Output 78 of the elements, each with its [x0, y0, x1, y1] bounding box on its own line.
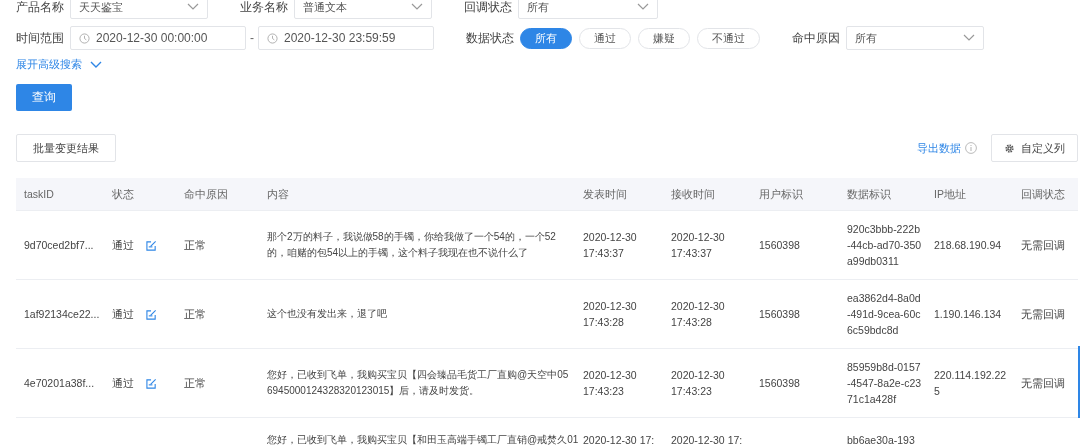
table-cell-text: 通过 — [112, 376, 134, 391]
chevron-down-icon — [637, 3, 649, 11]
table-cell: 那个2万的料子，我说做58的手镯，你给我做了一个54的，一个52的，咱赌的包54以上的手镯，这个料子我现在也不说什么了 — [267, 231, 556, 258]
table-cell: 2020-12-30 17:43:37 — [583, 231, 637, 259]
table-cell: 85959b8d-0157-4547-8a2e-c2371c1a428f — [847, 361, 922, 405]
field-label: 回调状态 — [464, 0, 513, 16]
custom-columns-button[interactable]: 自定义列 — [991, 134, 1078, 162]
table-cell: 您好，已收到飞单，我购买宝贝【和田玉高端手镯工厂直销@戒焚久01 — [267, 434, 579, 445]
column-header: 数据标识 — [846, 187, 892, 202]
advanced-search-link[interactable]: 展开高级搜索 — [16, 57, 102, 72]
edit-icon[interactable] — [146, 239, 157, 251]
table-cell-text: 通过 — [112, 238, 134, 253]
column-header: taskID — [23, 187, 55, 202]
status-filter-pill[interactable]: 所有 — [520, 27, 572, 49]
table-cell: 2020-12-30 17:43:23 — [583, 369, 637, 397]
batch-change-button[interactable]: 批量变更结果 — [16, 134, 116, 162]
column-header: 内容 — [266, 187, 290, 202]
table-cell: 2020-12-30 17:43:23 — [671, 369, 725, 397]
date-time-field[interactable]: 2020-12-30 23:59:59 — [258, 26, 434, 50]
column-header: 回调状态 — [1020, 187, 1066, 202]
column-header: 用户标识 — [758, 187, 804, 202]
clock-icon — [267, 32, 278, 44]
chevron-down-icon — [963, 34, 975, 42]
table-cell: 无需回调 — [1021, 239, 1065, 251]
field-label: 产品名称 — [16, 0, 65, 16]
field-label: 时间范围 — [16, 29, 65, 47]
table-cell: 2020-12-30 17: — [671, 434, 743, 446]
column-header: 发表时间 — [582, 187, 628, 202]
table-cell: 这个也没有发出来，退了吧 — [267, 308, 387, 319]
table-cell: 正常 — [184, 377, 206, 389]
status-filter-pill[interactable]: 不通过 — [697, 27, 760, 49]
export-data-link[interactable]: 导出数据 — [917, 140, 961, 156]
select-field[interactable]: 所有 — [518, 0, 658, 19]
scrollbar[interactable] — [1078, 346, 1080, 418]
table-cell: 220.114.192.225 — [934, 369, 1007, 397]
table-cell: 1560398 — [759, 239, 800, 251]
select-field[interactable]: 所有 — [846, 26, 984, 50]
edit-icon[interactable] — [146, 308, 157, 320]
select-field[interactable]: 普通文本 — [294, 0, 432, 19]
column-header: 接收时间 — [670, 187, 716, 202]
table-cell: 2020-12-30 17:43:28 — [671, 300, 725, 328]
column-header: IP地址 — [933, 187, 967, 202]
table-cell: 正常 — [184, 308, 206, 320]
table-cell: 1560398 — [759, 308, 800, 320]
table-cell: 1.190.146.134 — [934, 308, 1002, 320]
query-button[interactable]: 查询 — [16, 84, 72, 111]
field-label: 数据状态 — [466, 29, 515, 47]
field-label: 业务名称 — [240, 0, 289, 16]
table-cell: 920c3bbb-222b-44cb-ad70-350a99db0311 — [847, 223, 922, 267]
table-cell: 2020-12-30 17: — [583, 434, 655, 446]
range-separator: - — [249, 31, 255, 45]
table-cell: 无需回调 — [1021, 377, 1065, 389]
column-header: 命中原因 — [183, 187, 229, 202]
date-time-field[interactable]: 2020-12-30 00:00:00 — [70, 26, 246, 50]
table-cell: 4e70201a38f... — [24, 377, 95, 389]
table-cell: 218.68.190.94 — [934, 239, 1002, 251]
chevron-down-icon — [90, 60, 102, 69]
table-cell: 正常 — [184, 239, 206, 251]
status-filter-pill[interactable]: 通过 — [579, 27, 631, 49]
table-cell: bb6ae30a-193 — [847, 434, 915, 446]
table-cell: 9d70ced2bf7... — [24, 239, 94, 251]
table-cell: 1af92134ce22... — [24, 308, 100, 320]
table-cell: 2020-12-30 17:43:28 — [583, 300, 637, 328]
table-cell: 2020-12-30 17:43:37 — [671, 231, 725, 259]
table-cell-text: 通过 — [112, 307, 134, 322]
table-cell: ea3862d4-8a0d-491d-9cea-60c6c59bdc8d — [847, 292, 921, 336]
edit-icon[interactable] — [146, 377, 157, 389]
table-cell: 1560398 — [759, 377, 800, 389]
chevron-down-icon — [187, 3, 199, 11]
chevron-down-icon — [411, 3, 423, 11]
settings-icon — [1004, 142, 1015, 154]
select-field[interactable]: 天天鉴宝 — [70, 0, 208, 19]
table-cell: 无需回调 — [1021, 308, 1065, 320]
column-header: 状态 — [111, 187, 135, 202]
table-cell: 您好，已收到飞单，我购买宝贝【四会臻品毛货工厂直购@天空中056945000124328320123015】后，请及时发货。 — [267, 369, 569, 396]
field-label: 命中原因 — [792, 29, 841, 47]
clock-icon — [79, 32, 90, 44]
status-filter-pill[interactable]: 嫌疑 — [638, 27, 690, 49]
